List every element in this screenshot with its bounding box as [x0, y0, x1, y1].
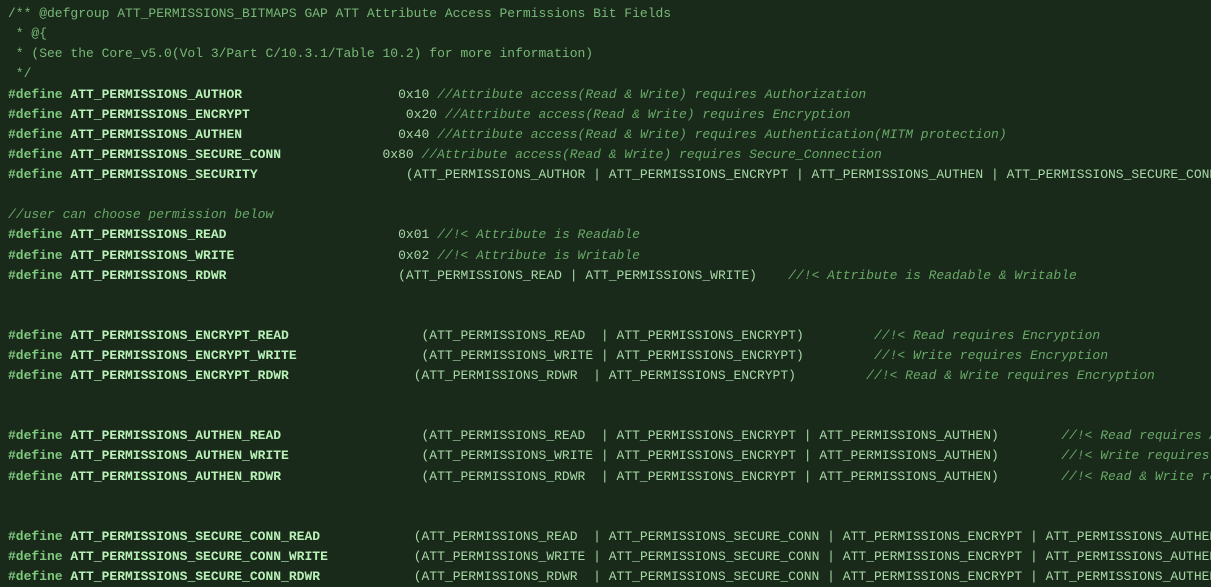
- code-line: #define ATT_PERMISSIONS_ENCRYPT 0x20 //A…: [0, 105, 1211, 125]
- code-line: [0, 507, 1211, 527]
- code-line: [0, 286, 1211, 306]
- code-line: #define ATT_PERMISSIONS_SECURE_CONN_RDWR…: [0, 567, 1211, 587]
- code-line: #define ATT_PERMISSIONS_AUTHOR 0x10 //At…: [0, 85, 1211, 105]
- code-line: [0, 306, 1211, 326]
- code-line: #define ATT_PERMISSIONS_RDWR (ATT_PERMIS…: [0, 266, 1211, 286]
- code-line: #define ATT_PERMISSIONS_ENCRYPT_WRITE (A…: [0, 346, 1211, 366]
- code-line: [0, 406, 1211, 426]
- code-line: */: [0, 64, 1211, 84]
- code-line: #define ATT_PERMISSIONS_AUTHEN_WRITE (AT…: [0, 446, 1211, 466]
- code-line: #define ATT_PERMISSIONS_AUTHEN 0x40 //At…: [0, 125, 1211, 145]
- code-container: /** @defgroup ATT_PERMISSIONS_BITMAPS GA…: [0, 0, 1211, 587]
- code-line: #define ATT_PERMISSIONS_SECURITY (ATT_PE…: [0, 165, 1211, 185]
- code-line: #define ATT_PERMISSIONS_AUTHEN_READ (ATT…: [0, 426, 1211, 446]
- code-line: [0, 386, 1211, 406]
- code-line: #define ATT_PERMISSIONS_SECURE_CONN_READ…: [0, 527, 1211, 547]
- code-line: [0, 487, 1211, 507]
- code-line: #define ATT_PERMISSIONS_READ 0x01 //!< A…: [0, 225, 1211, 245]
- code-line: [0, 185, 1211, 205]
- code-line: * @{: [0, 24, 1211, 44]
- code-line: #define ATT_PERMISSIONS_WRITE 0x02 //!< …: [0, 246, 1211, 266]
- code-line: //user can choose permission below: [0, 205, 1211, 225]
- code-line: * (See the Core_v5.0(Vol 3/Part C/10.3.1…: [0, 44, 1211, 64]
- code-line: #define ATT_PERMISSIONS_ENCRYPT_READ (AT…: [0, 326, 1211, 346]
- code-line: #define ATT_PERMISSIONS_SECURE_CONN_WRIT…: [0, 547, 1211, 567]
- code-line: #define ATT_PERMISSIONS_SECURE_CONN 0x80…: [0, 145, 1211, 165]
- code-line: #define ATT_PERMISSIONS_AUTHEN_RDWR (ATT…: [0, 467, 1211, 487]
- code-line: /** @defgroup ATT_PERMISSIONS_BITMAPS GA…: [0, 4, 1211, 24]
- code-line: #define ATT_PERMISSIONS_ENCRYPT_RDWR (AT…: [0, 366, 1211, 386]
